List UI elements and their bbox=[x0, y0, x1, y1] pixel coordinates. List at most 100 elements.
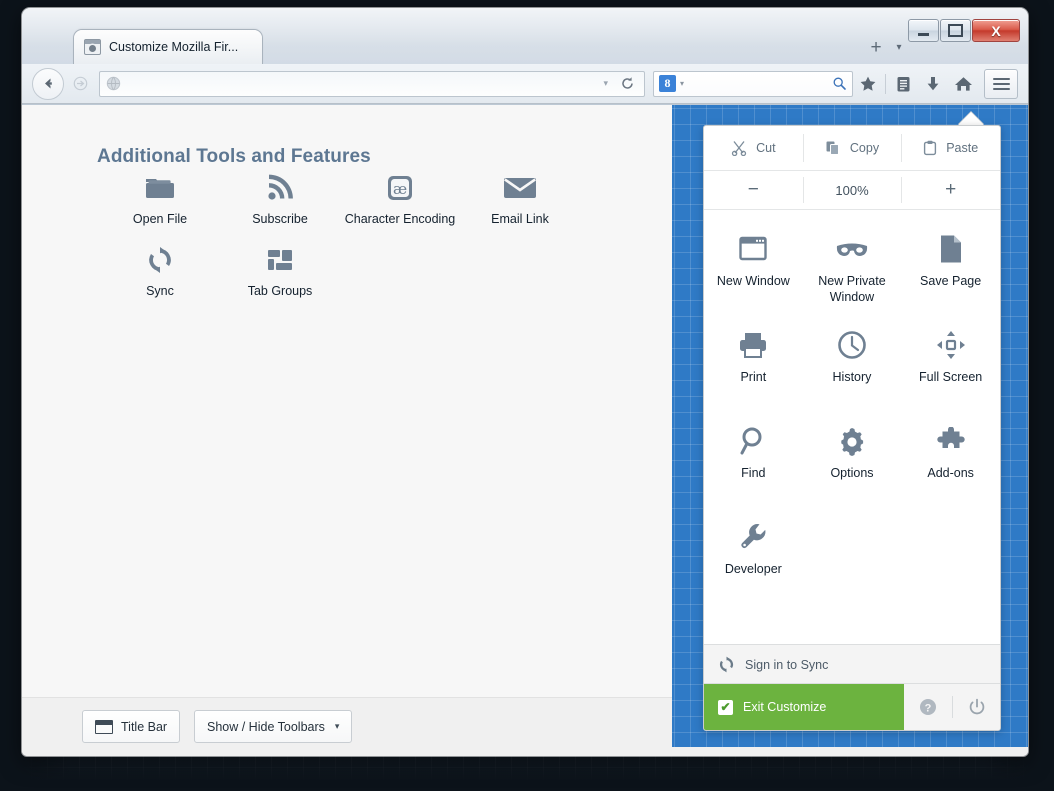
menu-item-label: Print bbox=[740, 370, 767, 384]
customization-palette: Open File Subscribe æ Character Encoding… bbox=[100, 167, 620, 311]
title-bar-toggle-button[interactable]: Title Bar bbox=[82, 710, 181, 743]
clock-icon bbox=[837, 326, 867, 364]
hamburger-line bbox=[992, 87, 1010, 90]
show-hide-toolbars-button[interactable]: Show / Hide Toolbars ▾ bbox=[194, 710, 353, 743]
menu-panel-grid: New Window New Private Window Save Page … bbox=[704, 210, 1000, 666]
page-title: Additional Tools and Features bbox=[97, 145, 371, 167]
palette-item-sync[interactable]: Sync bbox=[100, 239, 220, 311]
menu-item-options[interactable]: Options bbox=[803, 410, 902, 506]
title-bar-label: Title Bar bbox=[121, 719, 168, 734]
google-search-engine-icon[interactable]: 8 bbox=[659, 75, 676, 92]
menu-item-save-page[interactable]: Save Page bbox=[901, 218, 1000, 314]
help-button[interactable]: ? bbox=[904, 684, 952, 730]
back-button[interactable] bbox=[32, 67, 64, 100]
copy-icon bbox=[826, 141, 839, 155]
cut-label: Cut bbox=[756, 141, 776, 155]
url-dropmarker-icon[interactable]: ▾ bbox=[603, 78, 608, 89]
menu-item-label: New Private Window bbox=[818, 274, 886, 304]
paste-label: Paste bbox=[946, 141, 979, 155]
sync-arrows-icon bbox=[719, 656, 734, 673]
zoom-in-button[interactable]: + bbox=[901, 171, 1000, 209]
all-tabs-button[interactable]: ▾ bbox=[888, 38, 910, 58]
menu-item-label: History bbox=[832, 370, 872, 384]
reading-list-button[interactable] bbox=[888, 69, 918, 99]
menu-item-find[interactable]: Find bbox=[704, 410, 803, 506]
menu-item-history[interactable]: History bbox=[803, 314, 902, 410]
sync-arrows-icon bbox=[146, 243, 174, 277]
clipboard-paste-icon bbox=[924, 140, 937, 156]
downloads-button[interactable] bbox=[918, 69, 948, 99]
menu-item-developer[interactable]: Developer bbox=[704, 506, 803, 602]
palette-item-label: Character Encoding bbox=[344, 212, 456, 226]
navigation-toolbar: ▾ 8 ▾ bbox=[22, 64, 1028, 104]
svg-text:?: ? bbox=[925, 702, 932, 714]
menu-item-print[interactable]: Print bbox=[704, 314, 803, 410]
palette-item-subscribe[interactable]: Subscribe bbox=[220, 167, 340, 239]
exit-customize-checkbox[interactable]: ✔ bbox=[718, 699, 733, 715]
tab-groups-icon bbox=[266, 243, 294, 277]
palette-item-open-file[interactable]: Open File bbox=[100, 167, 220, 239]
customize-gear-icon bbox=[84, 39, 101, 55]
plus-icon: + bbox=[945, 179, 957, 200]
firefox-window: X Customize Mozilla Fir... + ▾ ▾ 8 ▾ Add… bbox=[22, 8, 1028, 756]
chevron-down-icon: ▾ bbox=[896, 42, 902, 53]
palette-item-label: Subscribe bbox=[252, 212, 308, 226]
palette-item-label: Email Link bbox=[491, 212, 549, 226]
star-icon bbox=[860, 76, 876, 91]
private-mask-icon bbox=[835, 230, 869, 268]
sync-label: Sign in to Sync bbox=[745, 657, 829, 672]
bookmark-star-button[interactable] bbox=[853, 69, 883, 99]
plus-icon: + bbox=[870, 36, 882, 58]
palette-item-tab-groups[interactable]: Tab Groups bbox=[220, 239, 340, 311]
tab-strip: Customize Mozilla Fir... + ▾ bbox=[22, 30, 1028, 64]
url-bar[interactable]: ▾ bbox=[99, 70, 645, 97]
magnifier-icon bbox=[739, 422, 767, 460]
hamburger-menu-icon bbox=[992, 77, 1010, 80]
menu-item-label: Save Page bbox=[920, 274, 982, 288]
palette-item-label: Sync bbox=[146, 284, 174, 298]
quit-button[interactable] bbox=[953, 684, 1000, 730]
exit-customize-button[interactable]: ✔ Exit Customize bbox=[704, 684, 904, 730]
palette-item-character-encoding[interactable]: æ Character Encoding bbox=[340, 167, 460, 239]
printer-icon bbox=[738, 326, 768, 364]
show-hide-label: Show / Hide Toolbars bbox=[207, 719, 325, 734]
zoom-out-button[interactable]: − bbox=[704, 171, 803, 209]
menu-item-full-screen[interactable]: Full Screen bbox=[901, 314, 1000, 410]
forward-button[interactable] bbox=[67, 71, 93, 97]
menu-item-add-ons[interactable]: Add-ons bbox=[901, 410, 1000, 506]
cut-button[interactable]: Cut bbox=[704, 126, 803, 170]
paste-button[interactable]: Paste bbox=[901, 126, 1000, 170]
zoom-level-button[interactable]: 100% bbox=[802, 171, 902, 209]
puzzle-piece-icon bbox=[936, 422, 966, 460]
home-icon bbox=[954, 76, 972, 91]
magnifier-icon[interactable] bbox=[832, 76, 847, 91]
url-input[interactable] bbox=[127, 76, 600, 91]
menu-item-label: Find bbox=[741, 466, 766, 480]
exit-customize-label: Exit Customize bbox=[743, 700, 827, 714]
menu-button[interactable] bbox=[984, 68, 1018, 99]
palette-item-email-link[interactable]: Email Link bbox=[460, 167, 580, 239]
gear-icon bbox=[837, 422, 867, 460]
menu-item-new-private-window[interactable]: New Private Window bbox=[803, 218, 902, 314]
sign-in-to-sync-button[interactable]: Sign in to Sync bbox=[704, 644, 1000, 684]
menu-panel: Cut Copy Paste − 100% + New Window New P… bbox=[703, 125, 1001, 731]
search-input[interactable] bbox=[684, 76, 832, 91]
copy-button[interactable]: Copy bbox=[802, 126, 902, 170]
footer-buttons: ? bbox=[904, 684, 1000, 730]
envelope-icon bbox=[503, 171, 537, 205]
fullscreen-arrows-icon bbox=[936, 326, 966, 364]
download-arrow-icon bbox=[927, 76, 939, 90]
page-icon bbox=[939, 230, 963, 268]
palette-item-label: Open File bbox=[132, 212, 188, 226]
search-bar[interactable]: 8 ▾ bbox=[653, 70, 853, 97]
zoom-controls-row: − 100% + bbox=[704, 171, 1000, 210]
wrench-icon bbox=[739, 518, 767, 556]
reload-button[interactable] bbox=[616, 76, 638, 91]
chevron-down-icon: ▾ bbox=[334, 721, 340, 731]
home-button[interactable] bbox=[948, 69, 978, 99]
tab-customize[interactable]: Customize Mozilla Fir... bbox=[74, 30, 262, 64]
menu-item-new-window[interactable]: New Window bbox=[704, 218, 803, 314]
zoom-level-label: 100% bbox=[835, 182, 869, 198]
character-encoding-icon: æ bbox=[385, 171, 415, 205]
new-tab-button[interactable]: + bbox=[865, 36, 887, 58]
